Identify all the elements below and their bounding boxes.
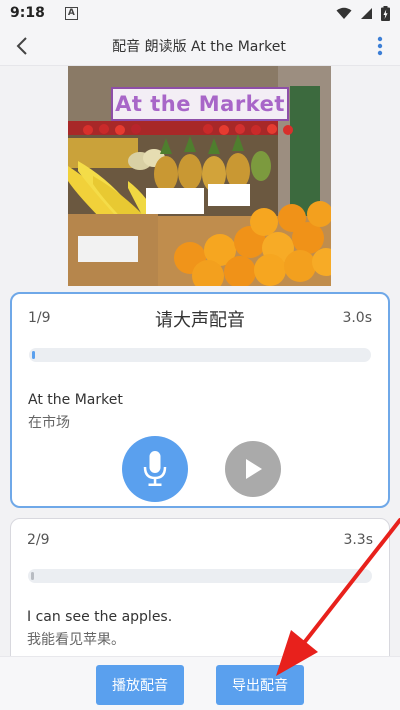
recording-progress-fill <box>31 572 35 580</box>
more-menu-button[interactable] <box>360 26 400 66</box>
play-dub-button[interactable]: 播放配音 <box>96 665 184 705</box>
recording-progress <box>29 348 371 362</box>
record-prompt: 请大声配音 <box>155 310 245 331</box>
sentence-english: At the Market <box>28 392 123 408</box>
back-arrow-icon <box>16 36 27 55</box>
sentence-english: I can see the apples. <box>27 609 173 625</box>
title-bar: 配音 朗读版 At the Market <box>0 26 400 66</box>
recording-progress-fill <box>32 351 36 359</box>
story-picture: At the Market <box>68 66 331 286</box>
sentence-card-2[interactable]: 2/9 3.3s I can see the apples. 我能看见苹果。 <box>10 518 390 656</box>
battery-charging-icon <box>381 5 390 21</box>
sentence-card-1[interactable]: 1/9 请大声配音 3.0s At the Market 在市场 <box>10 292 390 508</box>
notification-icon: A <box>64 6 78 20</box>
sentence-chinese: 我能看见苹果。 <box>27 632 125 648</box>
export-dub-button[interactable]: 导出配音 <box>216 665 304 705</box>
sentence-duration: 3.3s <box>343 532 373 548</box>
status-bar: 9:18 A <box>0 0 400 26</box>
more-vertical-icon <box>377 36 383 55</box>
play-icon <box>246 459 262 479</box>
sentence-chinese: 在市场 <box>28 415 70 431</box>
record-button[interactable] <box>122 436 188 502</box>
microphone-icon <box>143 451 167 486</box>
sentence-duration: 3.0s <box>342 310 372 326</box>
page-title: 配音 朗读版 At the Market <box>112 38 286 55</box>
dub-content: At the Market 1/9 请大声配音 3.0s At the Mark… <box>0 66 400 656</box>
sentence-index: 2/9 <box>27 532 50 548</box>
recording-progress <box>28 569 372 583</box>
wifi-icon <box>336 7 352 19</box>
play-recording-button[interactable] <box>225 441 281 497</box>
status-time: 9:18 <box>10 5 45 21</box>
picture-sign-text: At the Market <box>115 92 285 116</box>
bottom-action-bar: 播放配音 导出配音 <box>0 656 400 710</box>
cell-signal-icon <box>361 7 372 19</box>
status-icons <box>336 5 390 21</box>
